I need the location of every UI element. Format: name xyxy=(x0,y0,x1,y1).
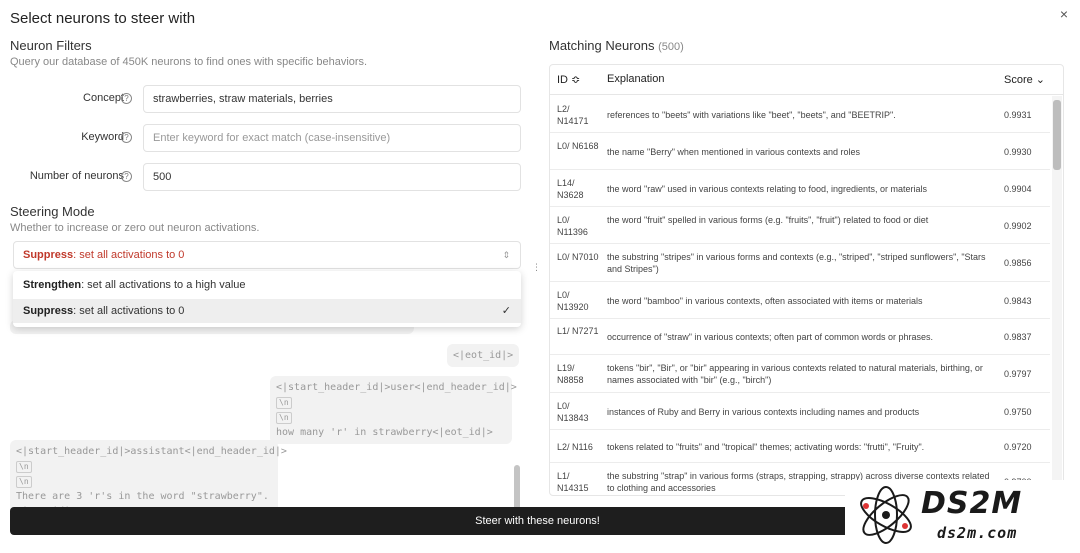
column-header-id[interactable]: ID ≎ xyxy=(557,73,580,86)
check-icon: ✓ xyxy=(501,305,511,317)
newline-tag: \n xyxy=(276,412,292,424)
user-header-text: <|start_header_id|>user<|end_header_id|> xyxy=(276,382,517,393)
cell-id: L2/ N116 xyxy=(557,441,593,452)
cell-score: 0.9902 xyxy=(1004,220,1032,231)
filters-title: Neuron Filters xyxy=(10,38,92,53)
cell-score: 0.9720 xyxy=(1004,441,1032,452)
select-arrows-icon: ⇕ xyxy=(502,250,510,260)
newline-tag: \n xyxy=(16,476,32,488)
chat-preview[interactable]: <|eot_id|> <|start_header_id|>user<|end_… xyxy=(10,320,522,523)
cell-id: L0/ N7010 xyxy=(557,252,599,262)
newline-tag: \n xyxy=(16,461,32,473)
page-title: Select neurons to steer with xyxy=(10,10,196,27)
table-row[interactable]: L14/ N3628 the word "raw" used in various… xyxy=(550,170,1050,207)
resize-handle-icon[interactable]: ⋮ xyxy=(532,262,541,273)
close-icon[interactable]: × xyxy=(1060,6,1068,22)
neurons-title: Matching Neurons (500) xyxy=(549,38,1065,53)
option-strengthen[interactable]: Strengthen: set all activations to a hig… xyxy=(13,273,521,297)
cell-id: L2/ N14171 xyxy=(557,103,589,126)
column-header-score[interactable]: Score ⌄ xyxy=(1004,73,1045,86)
select-value-bold: Suppress xyxy=(23,249,74,261)
cell-id: L1/ N14315 xyxy=(557,471,589,493)
table-row[interactable]: L0/ N11396 the word "fruit" spelled in va… xyxy=(550,207,1050,244)
table-row[interactable]: L0/ N7010 the substring "stripes" in vari… xyxy=(550,244,1050,282)
assistant-header-text: <|start_header_id|>assistant<|end_header… xyxy=(16,446,287,457)
watermark-domain: ds2m.com xyxy=(937,524,1018,542)
select-value-rest: : set all activations to 0 xyxy=(73,249,185,261)
cell-score: 0.9931 xyxy=(1004,109,1032,120)
cell-id: L1/ N7271 xyxy=(557,326,599,336)
neurons-panel: Matching Neurons (500) ID ≎ Explanation … xyxy=(549,38,1065,496)
cell-explanation: references to "beets" with variations li… xyxy=(607,109,896,120)
steering-mode-select[interactable]: Suppress: set all activations to 0 ⇕ xyxy=(13,241,521,269)
cell-explanation: the word "raw" used in various contexts … xyxy=(607,183,928,194)
option-suppress[interactable]: Suppress: set all activations to 0 ✓ xyxy=(13,299,521,323)
keyword-label: Keyword xyxy=(81,131,124,143)
user-message-text: how many 'r' in strawberry<|eot_id|> xyxy=(276,427,493,438)
cell-score: 0.9843 xyxy=(1004,295,1032,306)
cell-score: 0.9797 xyxy=(1004,369,1032,379)
table-row[interactable]: L1/ N7271 occurrence of "straw" in variou… xyxy=(550,319,1050,355)
keyword-row: Keyword ? Enter keyword for exact match … xyxy=(10,124,522,152)
option-bold: Strengthen xyxy=(23,279,82,291)
cell-id: L14/ N3628 xyxy=(557,177,584,200)
watermark-logo: DS2M ds2m.com xyxy=(845,480,1070,550)
steering-title: Steering Mode xyxy=(10,204,95,219)
steering-dropdown: Strengthen: set all activations to a hig… xyxy=(13,271,521,327)
neurons-count: (500) xyxy=(658,41,684,53)
cell-explanation: the word "fruit" spelled in various form… xyxy=(607,214,929,225)
table-scrollbar[interactable] xyxy=(1053,100,1061,170)
steering-subtitle: Whether to increase or zero out neuron a… xyxy=(10,222,260,234)
count-input[interactable]: 500 xyxy=(143,163,521,191)
concept-label: Concept xyxy=(83,92,124,104)
table-row[interactable]: L0/ N6168 the name "Berry" when mentioned… xyxy=(550,133,1050,170)
count-label: Number of neurons xyxy=(29,170,124,182)
neurons-table: ID ≎ Explanation Score ⌄ L2/ N14171 refer… xyxy=(549,64,1064,496)
cell-explanation: the substring "stripes" in various forms… xyxy=(607,252,986,274)
chat-bubble-user: <|start_header_id|>user<|end_header_id|>… xyxy=(270,376,517,444)
cell-explanation: the name "Berry" when mentioned in vario… xyxy=(607,146,861,157)
cell-id: L0/ N11396 xyxy=(557,214,588,237)
option-bold: Suppress xyxy=(23,305,74,317)
cell-explanation: instances of Ruby and Berry in various c… xyxy=(607,406,920,417)
concept-input[interactable]: strawberries, straw materials, berries xyxy=(143,85,521,113)
cell-explanation: occurrence of "straw" in various context… xyxy=(607,332,934,342)
help-icon[interactable]: ? xyxy=(121,171,132,182)
help-icon[interactable]: ? xyxy=(121,132,132,143)
filters-subtitle: Query our database of 450K neurons to fi… xyxy=(10,56,368,68)
cell-explanation: the word "bamboo" in various contexts, o… xyxy=(607,295,923,306)
option-rest: : set all activations to 0 xyxy=(73,305,185,317)
cell-id: L0/ N13920 xyxy=(557,289,589,312)
cell-explanation: tokens related to "fruits" and "tropical… xyxy=(607,441,925,452)
neurons-title-text: Matching Neurons xyxy=(549,38,655,53)
cell-explanation: tokens "bir", "Bir", or "bir" appearing … xyxy=(607,363,983,385)
table-row[interactable]: L19/ N8858 tokens "bir", "Bir", or "bir" … xyxy=(550,355,1050,393)
cell-score: 0.9930 xyxy=(1004,146,1032,157)
table-row[interactable]: L0/ N13843 instances of Ruby and Berry in… xyxy=(550,393,1050,430)
help-icon[interactable]: ? xyxy=(121,93,132,104)
atom-logo-icon xyxy=(860,486,912,544)
cell-id: L19/ N8858 xyxy=(557,363,584,385)
count-row: Number of neurons ? 500 xyxy=(10,163,522,191)
table-row[interactable]: L2/ N14171 references to "beets" with var… xyxy=(550,96,1050,133)
concept-row: Concept ? strawberries, straw materials,… xyxy=(10,85,522,113)
cell-score: 0.9904 xyxy=(1004,183,1032,194)
table-header: ID ≎ Explanation Score ⌄ xyxy=(550,65,1063,95)
cell-id: L0/ N6168 xyxy=(557,140,599,151)
filters-panel: Neuron Filters Query our database of 450… xyxy=(10,38,522,523)
table-row[interactable]: L0/ N13920 the word "bamboo" in various c… xyxy=(550,282,1050,319)
cell-score: 0.9856 xyxy=(1004,258,1032,268)
watermark-brand: DS2M xyxy=(921,486,1023,521)
option-rest: : set all activations to a high value xyxy=(81,279,246,291)
table-row[interactable]: L2/ N116 tokens related to "fruits" and "… xyxy=(550,430,1050,463)
column-header-explanation: Explanation xyxy=(607,73,665,85)
keyword-input[interactable]: Enter keyword for exact match (case-inse… xyxy=(143,124,521,152)
cell-score: 0.9837 xyxy=(1004,332,1032,342)
cell-score: 0.9750 xyxy=(1004,406,1032,417)
newline-tag: \n xyxy=(276,397,292,409)
chat-bubble-eot: <|eot_id|> xyxy=(447,344,520,367)
steering-header: Steering Mode Whether to increase or zer… xyxy=(10,204,259,234)
cell-id: L0/ N13843 xyxy=(557,400,589,423)
